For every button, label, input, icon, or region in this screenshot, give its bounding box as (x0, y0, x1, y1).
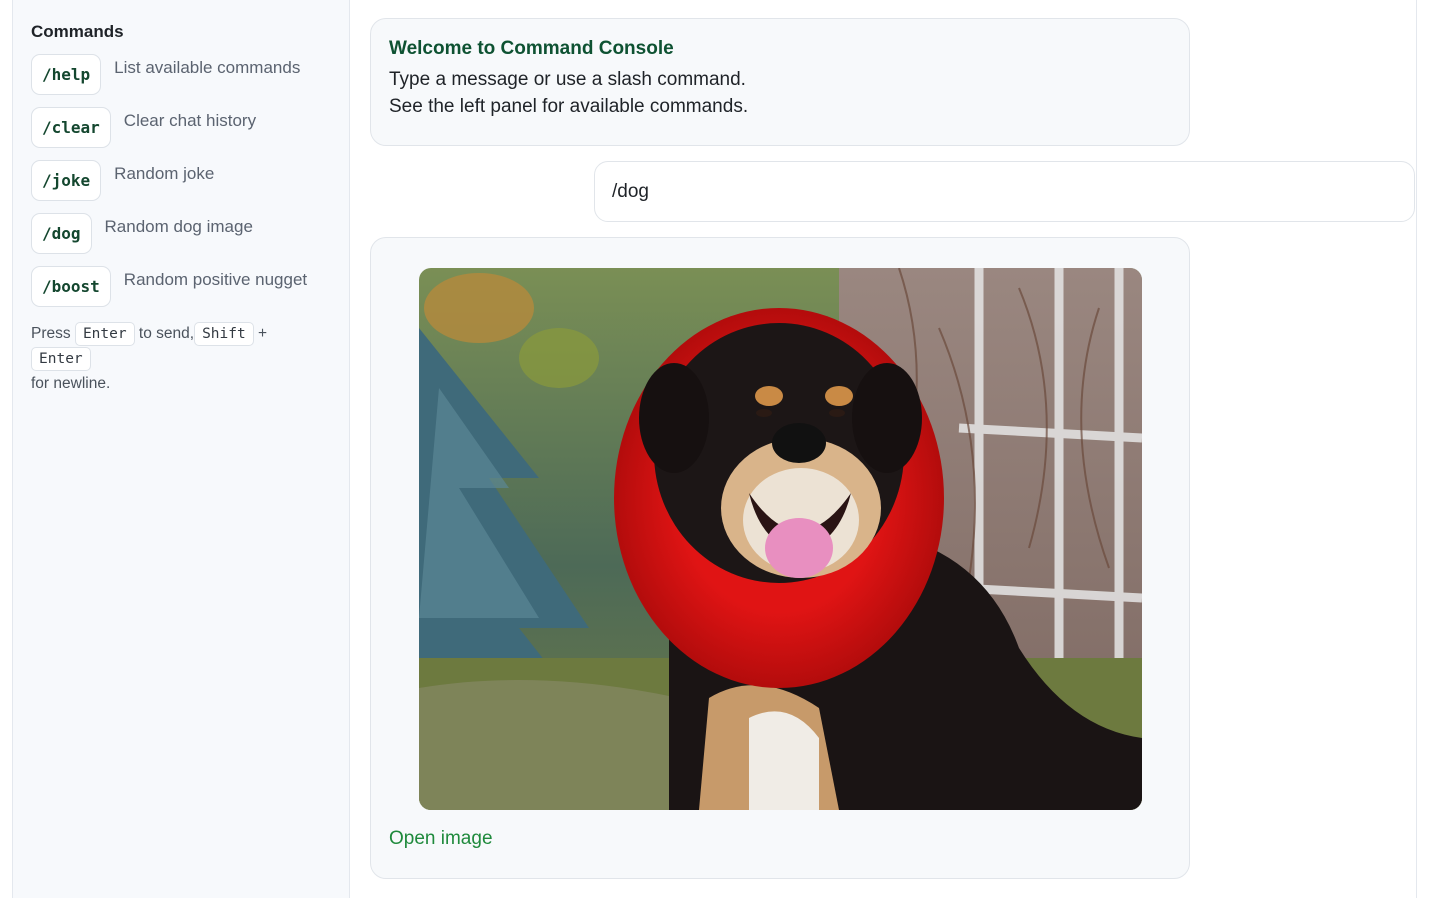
kbd-enter-2: Enter (31, 347, 91, 371)
dog-photo[interactable] (419, 268, 1142, 810)
sidebar-title: Commands (31, 22, 124, 41)
welcome-message: Welcome to Command Console Type a messag… (370, 18, 1190, 146)
command-chip-dog[interactable]: /dog (31, 213, 92, 254)
chat-area-edge (1416, 0, 1417, 898)
command-row-boost: /boost Random positive nugget (31, 266, 331, 307)
command-desc-joke: Random joke (114, 164, 215, 183)
keyboard-hint: Press Enter to send, Shift + Enter for ne… (31, 321, 331, 396)
hint-newline: for newline. (31, 375, 111, 392)
app: Commands /help List available commands /… (0, 0, 1456, 898)
command-desc-boost: Random positive nugget (123, 270, 308, 289)
command-desc-dog: Random dog image (104, 217, 253, 236)
command-chip-clear[interactable]: /clear (31, 107, 111, 148)
command-row-dog: /dog Random dog image (31, 213, 331, 254)
open-image-link[interactable]: Open image (389, 828, 493, 850)
hint-press: Press (31, 325, 71, 342)
welcome-line-2: See the left panel for available command… (389, 96, 749, 117)
hint-plus: + (258, 325, 268, 342)
command-chip-joke[interactable]: /joke (31, 160, 102, 201)
command-row-joke: /joke Random joke (31, 160, 331, 201)
welcome-line-1: Type a message or use a slash command. (389, 69, 746, 90)
dog-image-message: Open image (370, 237, 1190, 879)
chat-area[interactable]: Welcome to Command Console Type a messag… (350, 0, 1436, 898)
commands-sidebar: Commands /help List available commands /… (12, 0, 350, 898)
kbd-shift: Shift (194, 322, 254, 346)
command-desc-help: List available commands (114, 58, 301, 77)
command-desc-clear: Clear chat history (123, 111, 257, 130)
user-message: /dog (594, 161, 1415, 222)
command-row-help: /help List available commands (31, 54, 331, 95)
command-chip-help[interactable]: /help (31, 54, 102, 95)
command-row-clear: /clear Clear chat history (31, 107, 331, 148)
command-chip-boost[interactable]: /boost (31, 266, 111, 307)
kbd-enter: Enter (74, 322, 135, 346)
hint-to-send: to send, (138, 325, 195, 342)
welcome-title: Welcome to Command Console (389, 38, 674, 59)
